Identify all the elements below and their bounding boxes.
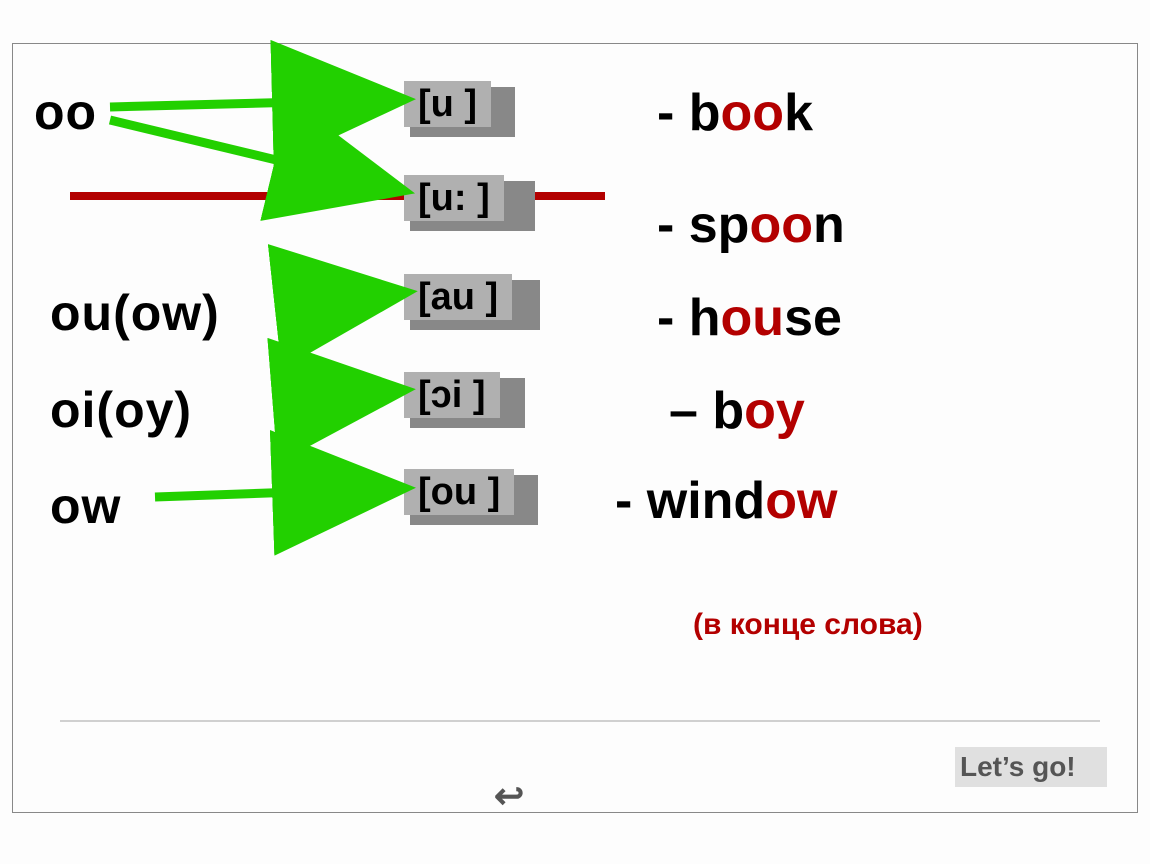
combo-ouow: ou(ow) (50, 284, 220, 342)
example-book: - book (657, 83, 813, 143)
sound-u-short: [u ] (404, 81, 491, 127)
example-boy-pre: – b (669, 382, 744, 440)
example-spoon-pre: - sp (657, 196, 749, 254)
sound-u-long: [u: ] (404, 175, 504, 221)
arrow-ow-ou (155, 467, 415, 517)
combo-oioy: oi(oy) (50, 381, 192, 439)
combo-oo: oo (34, 83, 97, 141)
combo-ow: ow (50, 477, 121, 535)
example-boy-hl: oy (744, 382, 805, 440)
sound-ou: [ou ] (404, 469, 514, 515)
example-spoon-post: n (813, 196, 845, 254)
arrow-oioy-oi (280, 370, 410, 420)
example-book-hl: oo (721, 84, 785, 142)
lets-go-button[interactable]: Let’s go! (960, 751, 1076, 783)
example-book-post: k (784, 84, 813, 142)
sound-au: [au ] (404, 274, 512, 320)
separator-thin (60, 720, 1100, 722)
example-window-hl: ow (765, 472, 837, 530)
example-house-hl: ou (721, 289, 785, 347)
example-window-pre: - wind (615, 472, 765, 530)
example-book-pre: - b (657, 84, 721, 142)
example-house: - house (657, 288, 842, 348)
example-boy: – boy (669, 381, 805, 441)
arrow-ouow-au (290, 275, 410, 325)
example-house-post: se (784, 289, 842, 347)
example-house-pre: - h (657, 289, 721, 347)
sound-oi: [ɔi ] (404, 372, 500, 418)
arrow-oo-ulong (110, 90, 410, 210)
note-end-of-word: (в конце слова) (693, 608, 923, 642)
example-window: - window (615, 471, 837, 531)
return-icon[interactable]: ↩ (494, 775, 524, 817)
example-spoon-hl: oo (749, 196, 813, 254)
example-spoon: - spoon (657, 195, 845, 255)
